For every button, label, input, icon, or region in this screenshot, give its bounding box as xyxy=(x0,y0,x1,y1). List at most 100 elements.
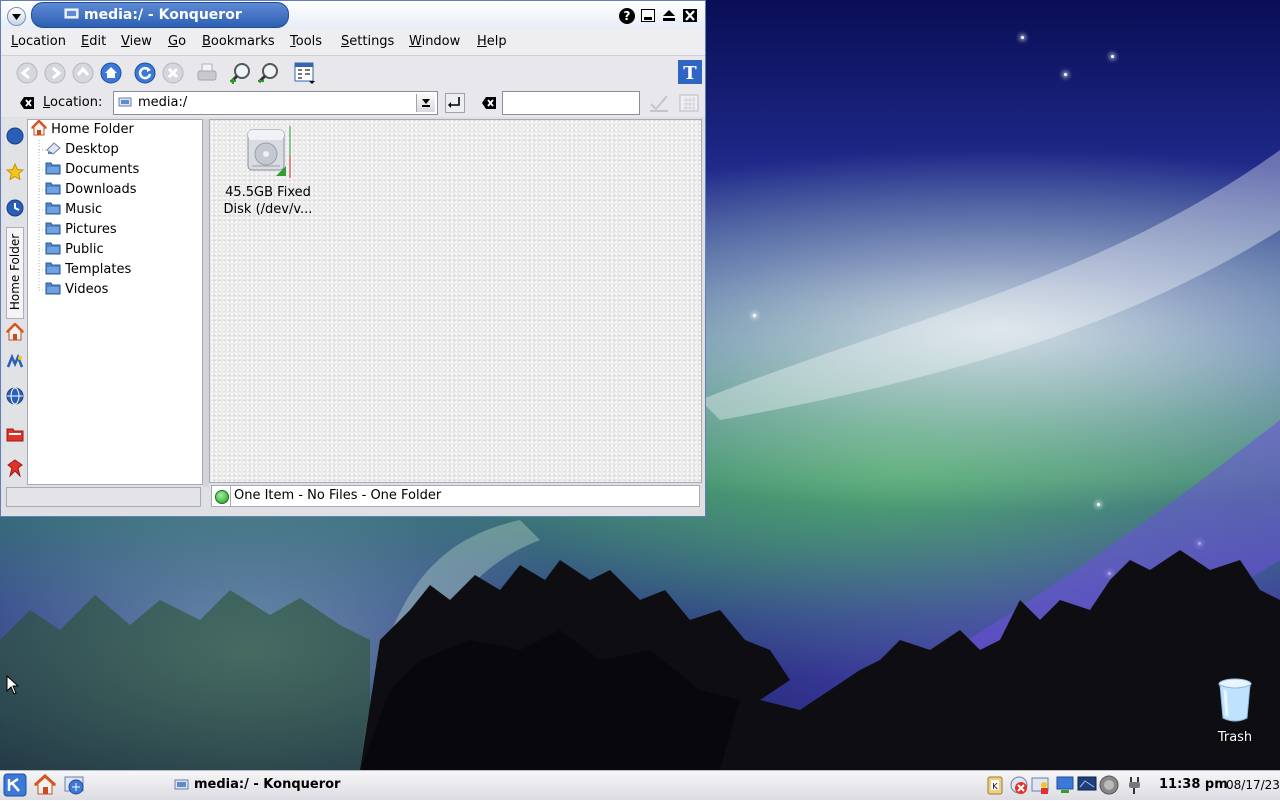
tree-item-public[interactable]: Public xyxy=(45,240,104,260)
home-launcher[interactable] xyxy=(33,773,57,797)
menu-view[interactable]: View xyxy=(121,34,152,49)
folder-icon xyxy=(45,202,61,215)
menu-settings[interactable]: Settings xyxy=(341,34,394,49)
clear-location-button[interactable] xyxy=(19,96,35,114)
stop-button[interactable] xyxy=(161,61,185,85)
klipper-icon[interactable]: K xyxy=(985,775,1005,795)
tree-item-label: Desktop xyxy=(65,142,119,157)
network-disconnected-icon[interactable] xyxy=(1009,775,1029,795)
sidebar-tab-history[interactable] xyxy=(6,199,24,217)
kmenu-button[interactable] xyxy=(3,773,27,797)
tree-item-downloads[interactable]: Downloads xyxy=(45,180,137,200)
menu-edit[interactable]: Edit xyxy=(81,34,106,49)
system-tray: K xyxy=(985,775,1145,797)
volume-icon[interactable] xyxy=(1099,775,1119,795)
maximize-button[interactable] xyxy=(662,9,676,22)
browser-launcher[interactable] xyxy=(63,773,87,797)
network-monitor-icon[interactable] xyxy=(1055,775,1075,795)
sidebar-tab-root-folder[interactable] xyxy=(6,425,24,443)
sidebar-tab-bookmarks[interactable] xyxy=(6,127,24,145)
user-switch-icon[interactable] xyxy=(1031,775,1051,795)
konqueror-logo: T xyxy=(678,60,702,84)
mouse-pointer-icon xyxy=(6,675,20,695)
tree-item-label: Documents xyxy=(65,162,140,177)
services-icon xyxy=(7,459,23,477)
trash-icon xyxy=(1218,678,1252,722)
go-button[interactable] xyxy=(445,93,465,113)
up-button[interactable] xyxy=(71,61,95,85)
forward-button[interactable] xyxy=(43,61,67,85)
clock-time[interactable]: 11:38 pm xyxy=(1159,777,1228,792)
window-title-tab[interactable]: media:/ - Konqueror xyxy=(31,2,289,28)
reload-button[interactable] xyxy=(133,61,157,85)
clock-date[interactable]: 08/17/23 xyxy=(1226,778,1280,792)
zoom-in-button[interactable] xyxy=(229,61,253,85)
tree-item-pictures[interactable]: Pictures xyxy=(45,220,117,240)
tree-item-label: Home Folder xyxy=(51,122,134,137)
sidebar-tab-network[interactable] xyxy=(6,387,24,405)
tree-item-music[interactable]: Music xyxy=(45,200,102,220)
view-mode-button[interactable] xyxy=(293,61,317,85)
calendar-icon xyxy=(679,94,699,112)
location-dropdown-button[interactable] xyxy=(416,94,435,112)
compass-icon xyxy=(6,127,24,145)
menu-tools[interactable]: Tools xyxy=(290,34,322,49)
red-folder-icon xyxy=(6,428,24,442)
power-plug-icon[interactable] xyxy=(1125,775,1145,795)
forward-icon xyxy=(44,62,66,84)
tree-item-templates[interactable]: Templates xyxy=(45,260,131,280)
sidebar-status xyxy=(6,487,201,507)
clear-search-button[interactable] xyxy=(481,96,497,114)
trash-desktop-icon[interactable]: Trash xyxy=(1212,676,1258,745)
back-button[interactable] xyxy=(15,61,39,85)
chevron-down-icon xyxy=(12,13,21,20)
sidebar-tab-home-folder[interactable]: Home Folder xyxy=(6,227,24,319)
menu-go[interactable]: Go xyxy=(168,34,186,49)
home-icon xyxy=(100,62,122,84)
location-input[interactable]: media:/ xyxy=(113,91,438,115)
tree-item-label: Music xyxy=(65,202,103,217)
taskbar-task-title: media:/ - Konqueror xyxy=(194,777,341,792)
close-button[interactable] xyxy=(683,9,697,22)
view-mode-icon xyxy=(294,62,315,84)
zoom-out-button[interactable] xyxy=(257,61,281,85)
taskbar-task-konqueror[interactable]: media:/ - Konqueror xyxy=(168,773,728,797)
menu-help[interactable]: Help xyxy=(477,34,507,49)
search-input[interactable] xyxy=(502,91,640,115)
search-go-button[interactable] xyxy=(648,93,670,117)
print-button[interactable] xyxy=(195,61,219,85)
sidebar-tab-services[interactable] xyxy=(6,459,24,477)
status-text: One Item - No Files - One Folder xyxy=(234,488,442,503)
search-options-button[interactable] xyxy=(678,93,700,117)
zoom-in-icon xyxy=(229,63,250,84)
title-bar[interactable]: media:/ - Konqueror ? xyxy=(1,1,705,29)
home-button[interactable] xyxy=(99,61,123,85)
stop-icon xyxy=(162,62,184,84)
folder-icon xyxy=(45,222,61,235)
sidebar-tab-favorites[interactable] xyxy=(6,163,24,181)
tree-item-videos[interactable]: Videos xyxy=(45,280,108,300)
menu-location[interactable]: Location xyxy=(11,34,66,49)
help-button[interactable]: ? xyxy=(619,8,635,24)
navigation-panel-tabs: Home Folder xyxy=(4,119,26,487)
menu-window[interactable]: Window xyxy=(409,34,460,49)
file-icon-view[interactable]: 45.5GB Fixed Disk (/dev/v... xyxy=(209,119,702,483)
tree-item-documents[interactable]: Documents xyxy=(45,160,139,180)
home-icon xyxy=(33,773,57,795)
back-icon xyxy=(16,62,38,84)
file-name-line1: 45.5GB Fixed xyxy=(225,185,311,200)
sidebar-tab-home[interactable] xyxy=(6,323,24,341)
menu-bookmarks[interactable]: Bookmarks xyxy=(202,34,275,49)
location-label: Location: xyxy=(43,95,103,110)
minimize-button[interactable] xyxy=(641,9,655,22)
window-title: media:/ - Konqueror xyxy=(84,7,242,23)
tree-item-label: Pictures xyxy=(65,222,117,237)
display-icon[interactable] xyxy=(1077,775,1097,795)
file-item[interactable]: 45.5GB Fixed Disk (/dev/v... xyxy=(220,126,316,218)
folder-icon xyxy=(45,182,61,195)
sidebar-tab-media[interactable] xyxy=(6,353,24,371)
tree-item-home-folder[interactable]: Home Folder xyxy=(30,119,134,140)
tree-item-label: Videos xyxy=(65,282,109,297)
tree-item-desktop[interactable]: Desktop xyxy=(45,140,119,160)
window-menu-button[interactable] xyxy=(7,7,26,26)
